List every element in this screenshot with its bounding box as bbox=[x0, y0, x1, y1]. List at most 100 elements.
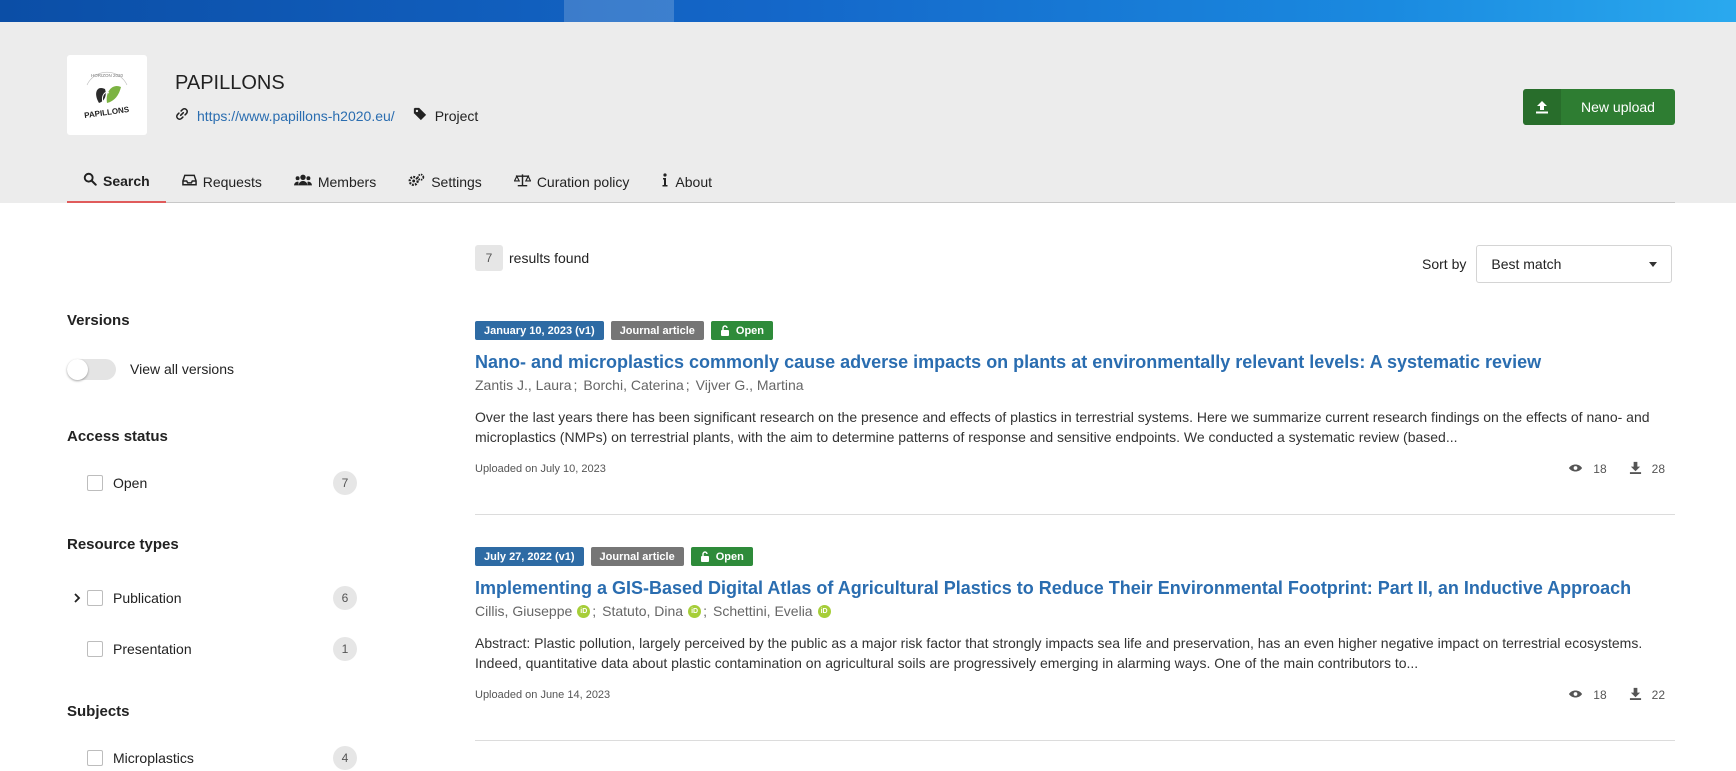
new-upload-button[interactable]: New upload bbox=[1523, 89, 1675, 125]
tab-label: Settings bbox=[431, 173, 482, 190]
orcid-icon[interactable]: iD bbox=[817, 604, 831, 618]
facet-item-presentation: Presentation 1 bbox=[67, 637, 357, 661]
info-icon bbox=[661, 173, 675, 190]
tab-search[interactable]: Search bbox=[67, 160, 166, 203]
facet-count: 1 bbox=[333, 637, 357, 661]
logo-text: PAPILLONS bbox=[84, 105, 131, 120]
facet-label: Presentation bbox=[113, 641, 192, 657]
facet-checkbox-open[interactable] bbox=[87, 475, 103, 491]
download-count: 28 bbox=[1651, 462, 1665, 476]
result-authors: Cillis, Giuseppe iD; Statuto, Dina iD; Sch… bbox=[475, 603, 1675, 619]
tab-settings[interactable]: Settings bbox=[392, 160, 498, 203]
tab-requests[interactable]: Requests bbox=[166, 160, 278, 203]
facet-count: 6 bbox=[333, 586, 357, 610]
facet-checkbox-publication[interactable] bbox=[87, 590, 103, 606]
unlock-icon bbox=[720, 325, 729, 336]
download-icon bbox=[1629, 687, 1642, 703]
author-link[interactable]: Schettini, Evelia bbox=[713, 603, 813, 619]
link-icon bbox=[175, 107, 189, 124]
sort-dropdown[interactable]: Best match bbox=[1476, 245, 1673, 283]
facet-label: Microplastics bbox=[113, 750, 194, 766]
sort-selected-value: Best match bbox=[1491, 256, 1562, 272]
author-link[interactable]: Zantis J., Laura bbox=[475, 377, 572, 393]
view-all-versions-toggle[interactable] bbox=[67, 359, 116, 380]
facet-item-publication: Publication 6 bbox=[67, 586, 357, 610]
facet-checkbox-presentation[interactable] bbox=[87, 641, 103, 657]
results-count-label: results found bbox=[509, 250, 590, 266]
access-status-badge: Open bbox=[710, 321, 774, 340]
tab-curation-policy[interactable]: Curation policy bbox=[498, 160, 646, 203]
balance-scale-icon bbox=[513, 173, 537, 190]
community-website-link[interactable]: https://www.papillons-h2020.eu/ bbox=[197, 108, 395, 124]
result-title-link[interactable]: Nano- and microplastics commonly cause a… bbox=[475, 352, 1675, 373]
result-divider bbox=[475, 514, 1675, 515]
author-link[interactable]: Statuto, Dina bbox=[602, 603, 683, 619]
caret-down-icon bbox=[1649, 261, 1658, 267]
view-all-versions-label: View all versions bbox=[130, 361, 235, 377]
upload-date: Uploaded on June 14, 2023 bbox=[475, 689, 611, 701]
facet-label: Publication bbox=[113, 590, 182, 606]
sort-label: Sort by bbox=[1422, 256, 1467, 272]
tab-members[interactable]: Members bbox=[278, 160, 392, 203]
access-status-label: Open bbox=[715, 550, 744, 563]
result-stats: 18 28 bbox=[1568, 461, 1675, 477]
facet-checkbox-microplastics[interactable] bbox=[87, 750, 103, 766]
chevron-right-icon[interactable] bbox=[67, 593, 87, 603]
results-count: 7 results found bbox=[475, 245, 589, 271]
users-icon bbox=[293, 173, 318, 190]
facet-item-open: Open 7 bbox=[67, 471, 357, 495]
tab-label: Curation policy bbox=[536, 173, 630, 190]
facet-item-microplastics: Microplastics 4 bbox=[67, 746, 357, 770]
toggle-knob bbox=[67, 359, 88, 380]
resource-type-badge: Journal article bbox=[610, 321, 704, 340]
result-footer: Uploaded on June 14, 2023 18 22 bbox=[475, 687, 1675, 703]
tab-about[interactable]: About bbox=[645, 160, 728, 203]
search-icon bbox=[83, 172, 103, 189]
view-count: 18 bbox=[1593, 688, 1607, 702]
result-footer: Uploaded on July 10, 2023 18 28 bbox=[475, 461, 1675, 477]
tag-icon bbox=[413, 107, 427, 124]
new-upload-label: New upload bbox=[1581, 99, 1655, 115]
orcid-icon[interactable]: iD bbox=[577, 604, 591, 618]
access-status-badge: Open bbox=[690, 547, 753, 566]
community-type: Project bbox=[434, 107, 479, 124]
download-count: 22 bbox=[1651, 688, 1665, 702]
cogs-icon bbox=[408, 173, 431, 190]
sort-control: Sort by Best match bbox=[1422, 245, 1673, 283]
tab-label: Search bbox=[103, 172, 150, 189]
facet-resource-types-title: Resource types bbox=[67, 536, 179, 553]
community-meta: https://www.papillons-h2020.eu/ Project bbox=[175, 107, 478, 124]
orcid-icon[interactable]: iD bbox=[688, 604, 702, 618]
result-badges: July 27, 2022 (v1) Journal article Open bbox=[475, 547, 1675, 566]
tab-label: About bbox=[675, 173, 713, 190]
tab-label: Requests bbox=[202, 173, 262, 190]
unlock-icon bbox=[700, 551, 709, 562]
author-link[interactable]: Cillis, Giuseppe bbox=[475, 603, 572, 619]
result-divider bbox=[475, 740, 1675, 741]
upload-icon bbox=[1523, 89, 1561, 125]
top-bar-highlight bbox=[564, 0, 674, 22]
top-gradient-bar bbox=[0, 0, 1736, 22]
author-link[interactable]: Borchi, Caterina bbox=[583, 377, 683, 393]
result-title-link[interactable]: Implementing a GIS-Based Digital Atlas o… bbox=[475, 578, 1675, 599]
eye-icon bbox=[1568, 462, 1583, 476]
facet-count: 4 bbox=[333, 746, 357, 770]
date-version-badge: January 10, 2023 (v1) bbox=[475, 321, 604, 340]
eye-icon bbox=[1568, 688, 1583, 702]
result-stats: 18 22 bbox=[1568, 687, 1675, 703]
date-version-badge: July 27, 2022 (v1) bbox=[475, 547, 584, 566]
facet-access-title: Access status bbox=[67, 428, 168, 445]
author-link[interactable]: Vijver G., Martina bbox=[696, 377, 804, 393]
community-tabs: Search Requests Members Settings Curatio… bbox=[67, 160, 1675, 203]
facet-versions-title: Versions bbox=[67, 312, 130, 329]
upload-date: Uploaded on July 10, 2023 bbox=[475, 463, 606, 475]
access-status-label: Open bbox=[735, 324, 765, 337]
search-result-item: January 10, 2023 (v1) Journal article Op… bbox=[475, 321, 1675, 477]
community-title: PAPILLONS bbox=[175, 72, 285, 94]
result-description: Over the last years there has been signi… bbox=[475, 409, 1650, 445]
community-logo: HORIZON 2020 PAPILLONS bbox=[67, 55, 147, 135]
logo-ring-text: HORIZON 2020 bbox=[91, 73, 124, 78]
search-result-item: July 27, 2022 (v1) Journal article Open … bbox=[475, 547, 1675, 703]
view-count: 18 bbox=[1593, 462, 1607, 476]
tab-label: Members bbox=[317, 173, 377, 190]
